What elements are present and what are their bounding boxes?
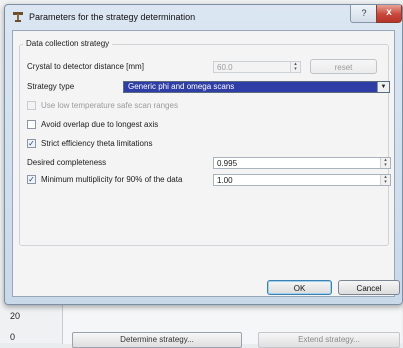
spinner-arrows-icon[interactable]: ▴ ▾: [380, 158, 390, 168]
completeness-value: 0.995: [217, 159, 238, 168]
low-temp-label: Use low temperature safe scan ranges: [41, 101, 178, 110]
low-temp-checkbox: [27, 101, 36, 110]
strategy-type-value: Generic phi and omega scans: [128, 82, 235, 91]
title-bar[interactable]: Parameters for the strategy determinatio…: [5, 5, 402, 29]
strict-theta-label: Strict efficiency theta limitations: [41, 139, 153, 148]
reset-button: reset: [310, 59, 377, 74]
multiplicity-checkbox[interactable]: ✓: [27, 175, 36, 184]
row-number: 20: [10, 311, 21, 321]
avoid-overlap-label: Avoid overlap due to longest axis: [41, 120, 159, 129]
crystal-distance-field: 60.0 ▴ ▾: [213, 61, 301, 73]
multiplicity-value: 1.00: [217, 176, 233, 185]
strategy-parameters-dialog: Parameters for the strategy determinatio…: [4, 4, 403, 305]
strict-theta-checkbox[interactable]: ✓: [27, 139, 36, 148]
extend-strategy-button[interactable]: Extend strategy...: [258, 332, 400, 348]
dialog-title: Parameters for the strategy determinatio…: [29, 12, 196, 22]
avoid-overlap-checkbox[interactable]: [27, 120, 36, 129]
determine-strategy-button[interactable]: Determine strategy...: [72, 332, 242, 348]
cancel-button[interactable]: Cancel: [338, 280, 400, 295]
chevron-down-icon[interactable]: ▼: [377, 82, 389, 92]
completeness-field[interactable]: 0.995 ▴ ▾: [213, 157, 391, 169]
crystal-distance-label: Crystal to detector distance [mm]: [27, 62, 144, 71]
dialog-client-area: Data collection strategy Crystal to dete…: [12, 30, 400, 297]
multiplicity-field[interactable]: 1.00 ▴ ▾: [213, 174, 391, 186]
completeness-label: Desired completeness: [27, 158, 107, 167]
group-title: Data collection strategy: [23, 39, 113, 48]
help-button[interactable]: ?: [350, 5, 378, 23]
strategy-type-label: Strategy type: [27, 82, 75, 91]
crystal-distance-value: 60.0: [217, 63, 233, 72]
spinner-arrows-icon[interactable]: ▴ ▾: [380, 175, 390, 185]
spinner-arrows-icon: ▴ ▾: [290, 62, 300, 72]
strategy-type-select[interactable]: Generic phi and omega scans ▼: [123, 81, 390, 93]
app-icon: [12, 11, 24, 23]
row-number: 0: [10, 332, 16, 342]
multiplicity-label: Minimum multiplicity for 90% of the data: [41, 175, 183, 184]
ok-button[interactable]: OK: [267, 280, 332, 295]
close-button[interactable]: x: [376, 5, 402, 23]
